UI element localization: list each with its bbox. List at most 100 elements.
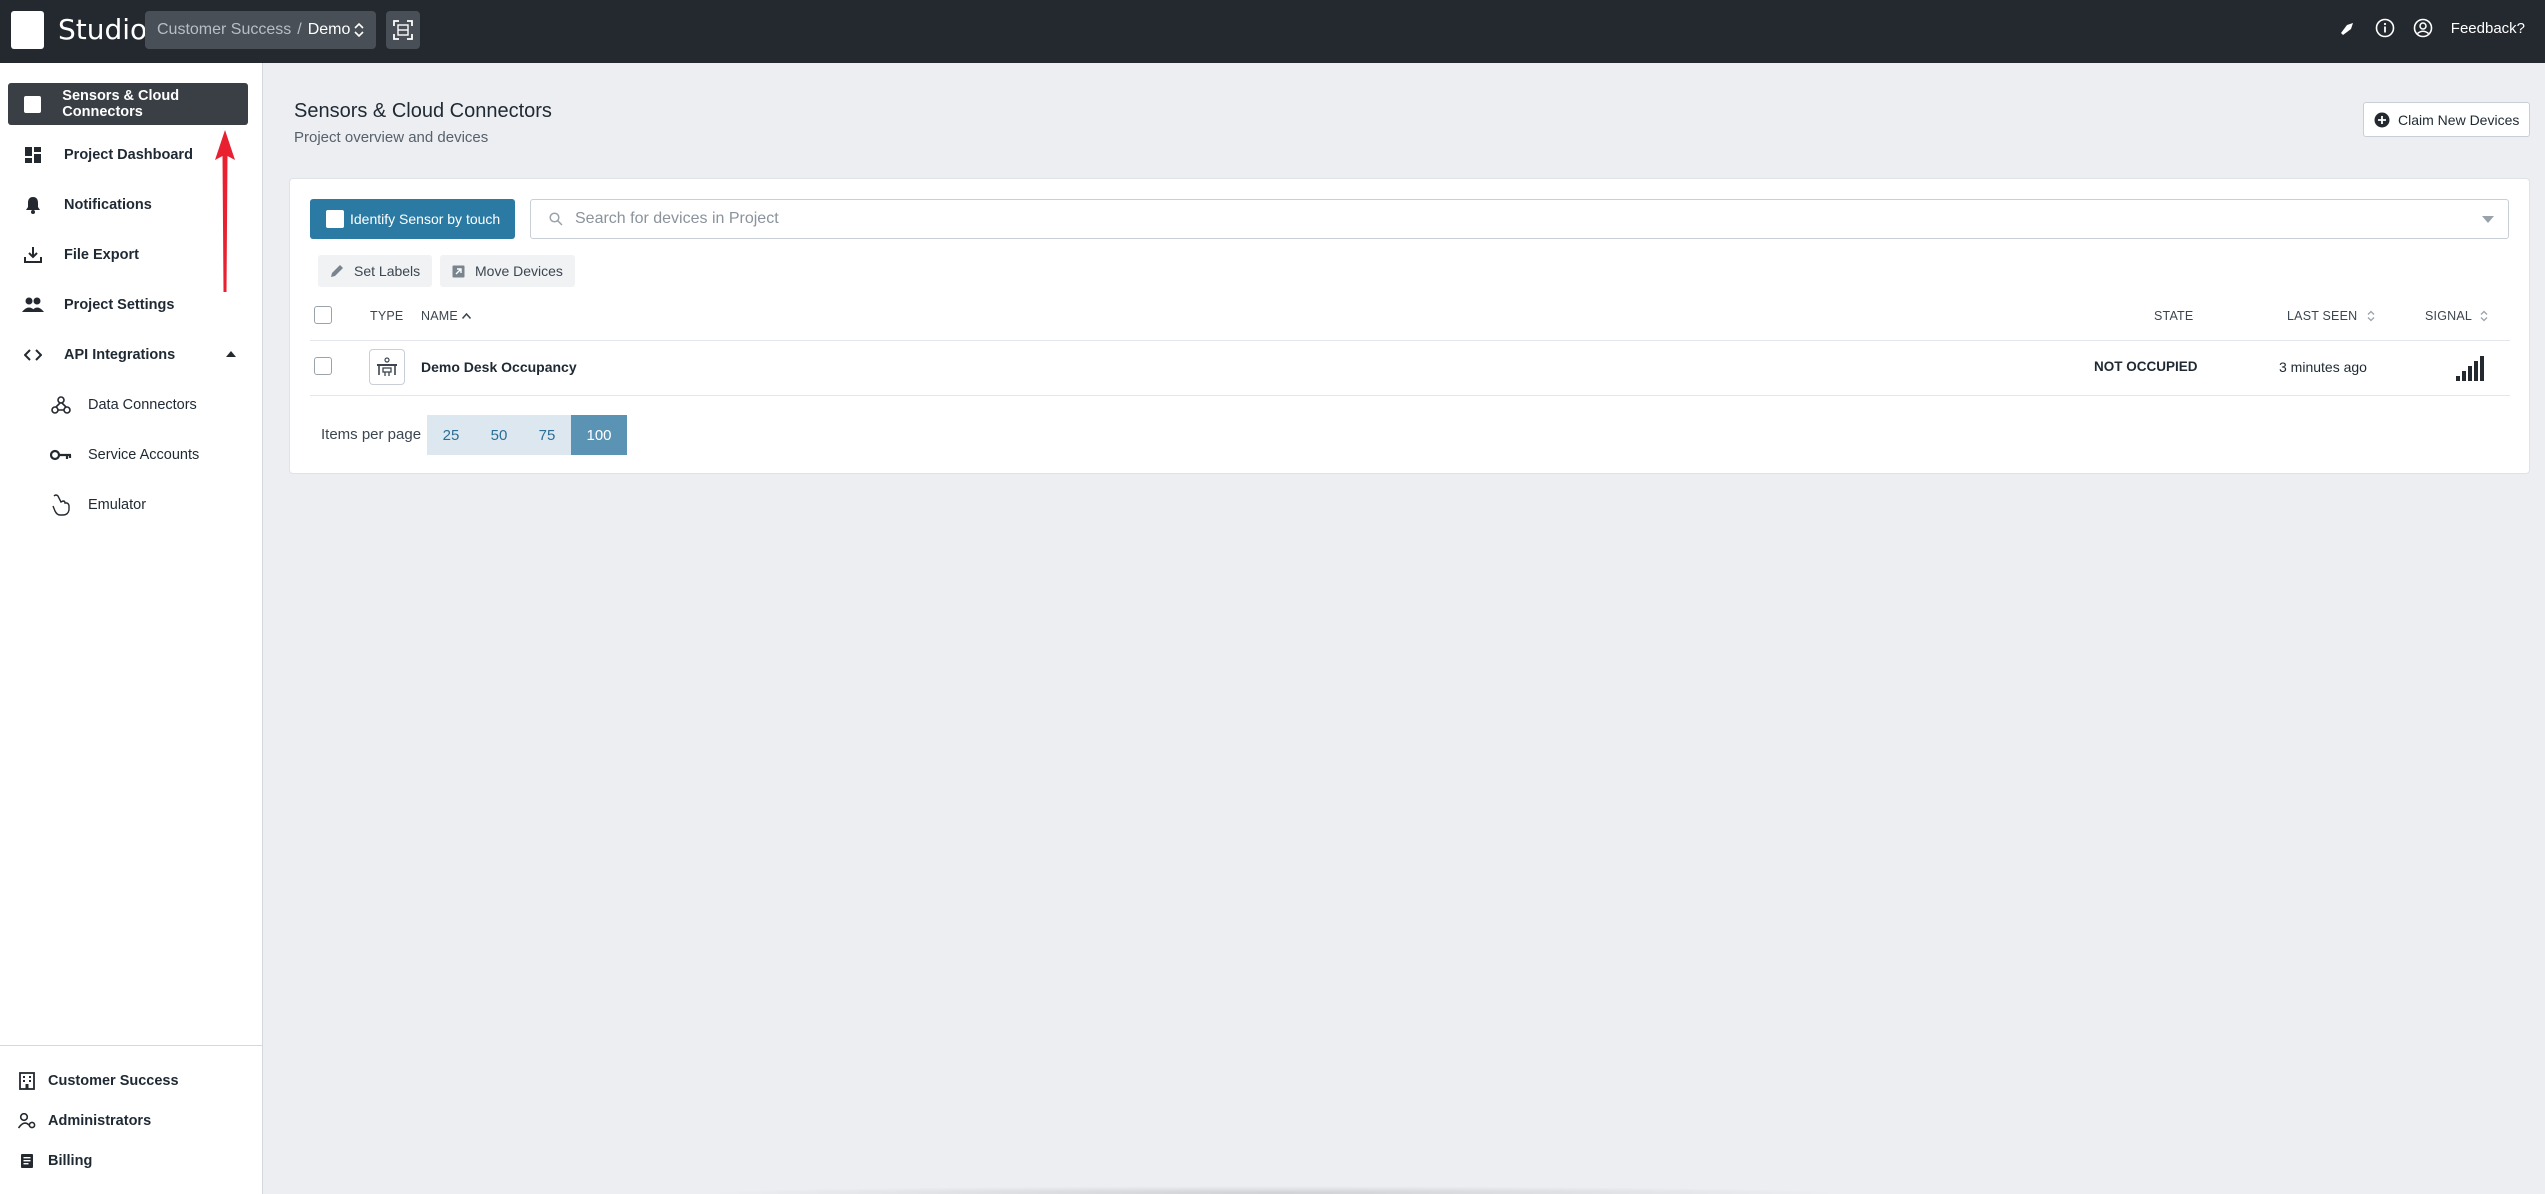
sidebar-item-data-connectors[interactable]: Data Connectors — [8, 384, 248, 426]
signal-strength-icon — [2456, 356, 2484, 381]
device-name[interactable]: Demo Desk Occupancy — [421, 359, 577, 375]
plus-circle-icon — [2374, 112, 2390, 127]
move-devices-label: Move Devices — [475, 263, 563, 279]
identify-button-label: Identify Sensor by touch — [350, 211, 501, 227]
sort-asc-icon — [461, 313, 471, 319]
sidebar-item-emulator[interactable]: Emulator — [8, 484, 248, 526]
desk-sensor-icon — [369, 349, 405, 385]
set-labels-button[interactable]: Set Labels — [318, 255, 433, 287]
page-title: Sensors & Cloud Connectors — [294, 100, 552, 122]
org-name: Customer Success — [157, 21, 292, 38]
column-header-signal[interactable]: SIGNAL — [2425, 309, 2488, 323]
footer-item-label: Administrators — [48, 1113, 152, 1129]
scan-button[interactable] — [386, 11, 420, 49]
signal-bar — [2480, 356, 2484, 381]
sidebar-item-file-export[interactable]: File Export — [8, 234, 248, 276]
annotation-arrow — [215, 130, 235, 292]
move-devices-button[interactable]: Move Devices — [440, 255, 575, 287]
project-switcher[interactable]: Customer Success / Demo — [145, 11, 376, 49]
people-icon — [22, 294, 44, 316]
select-all-checkbox[interactable] — [314, 306, 332, 324]
devices-card: Identify Sensor by touch Set Labels Move… — [289, 178, 2530, 474]
project-name: Demo — [307, 21, 351, 38]
device-last-seen: 3 minutes ago — [2279, 359, 2367, 375]
set-labels-label: Set Labels — [354, 263, 421, 279]
signal-bar — [2456, 376, 2460, 381]
column-header-state: STATE — [2154, 309, 2194, 323]
key-icon — [50, 444, 72, 466]
footer-item-administrators[interactable]: Administrators — [18, 1106, 151, 1136]
signal-bar — [2474, 361, 2478, 381]
page-size-100[interactable]: 100 — [571, 415, 627, 455]
sidebar-item-label: Project Settings — [64, 297, 175, 313]
sidebar-item-sensors[interactable]: Sensors & Cloud Connectors — [8, 83, 248, 125]
column-header-type: TYPE — [370, 309, 404, 323]
identify-sensor-button[interactable]: Identify Sensor by touch — [310, 199, 515, 239]
move-icon — [452, 265, 465, 278]
download-icon — [22, 244, 44, 266]
logo[interactable] — [11, 11, 44, 49]
webhook-icon — [50, 394, 72, 416]
sidebar-item-label: File Export — [64, 247, 139, 263]
sidebar-item-label: Project Dashboard — [64, 147, 193, 163]
sidebar-item-project-dashboard[interactable]: Project Dashboard — [8, 134, 248, 176]
page-size-50[interactable]: 50 — [475, 415, 523, 455]
sidebar-item-notifications[interactable]: Notifications — [8, 184, 248, 226]
footer-item-customer-success[interactable]: Customer Success — [18, 1066, 179, 1096]
bell-icon — [22, 194, 44, 216]
footer-item-label: Customer Success — [48, 1073, 179, 1089]
sidebar-item-project-settings[interactable]: Project Settings — [8, 284, 248, 326]
sidebar-item-label: Notifications — [64, 197, 152, 213]
bottom-shadow — [700, 1186, 1850, 1194]
app-title: Studio — [58, 13, 148, 46]
dropdown-caret-icon[interactable] — [2482, 216, 2494, 223]
square-icon — [22, 93, 42, 115]
sidebar-item-label: Emulator — [88, 497, 147, 513]
claim-new-devices-button[interactable]: Claim New Devices — [2363, 102, 2530, 137]
signal-bar — [2462, 371, 2466, 381]
sidebar-footer — [0, 1045, 262, 1046]
admin-icon — [18, 1112, 36, 1130]
row-divider — [310, 395, 2510, 396]
breadcrumb-separator: / — [297, 21, 302, 38]
sort-icon — [2367, 310, 2375, 322]
device-search[interactable] — [530, 199, 2509, 239]
page-subtitle: Project overview and devices — [294, 129, 489, 146]
sort-icon — [2480, 310, 2488, 322]
rocket-icon[interactable] — [2339, 19, 2357, 37]
device-state: NOT OCCUPIED — [2094, 359, 2198, 374]
page-size-25[interactable]: 25 — [427, 415, 475, 455]
building-icon — [18, 1072, 36, 1090]
sidebar-item-label: Service Accounts — [88, 447, 200, 463]
page-size-75[interactable]: 75 — [523, 415, 571, 455]
hand-pointer-icon — [50, 494, 72, 516]
header-divider — [310, 340, 2510, 341]
sidebar-item-label: API Integrations — [64, 347, 176, 363]
sidebar-item-api-integrations[interactable]: API Integrations — [8, 334, 248, 376]
scan-icon — [393, 20, 413, 40]
search-input[interactable] — [575, 210, 2375, 228]
sidebar-item-service-accounts[interactable]: Service Accounts — [8, 434, 248, 476]
sidebar-item-label: Sensors & Cloud Connectors — [62, 88, 180, 120]
feedback-link[interactable]: Feedback? — [2451, 20, 2525, 37]
column-header-name[interactable]: NAME — [421, 309, 471, 323]
items-per-page-label: Items per page — [321, 426, 422, 443]
top-bar: Studio Customer Success / Demo Feedback? — [0, 0, 2545, 63]
search-icon — [549, 212, 563, 226]
sidebar-item-label: Data Connectors — [88, 397, 197, 413]
signal-bar — [2468, 366, 2472, 381]
column-header-last-seen[interactable]: LAST SEEN — [2287, 309, 2375, 323]
code-icon — [22, 344, 44, 366]
claim-button-label: Claim New Devices — [2398, 111, 2520, 128]
dashboard-icon — [22, 144, 44, 166]
footer-item-billing[interactable]: Billing — [18, 1146, 92, 1176]
caret-up-icon[interactable] — [226, 351, 236, 357]
footer-item-label: Billing — [48, 1153, 93, 1169]
square-icon — [326, 210, 344, 228]
account-icon[interactable] — [2413, 18, 2433, 38]
info-icon[interactable] — [2375, 18, 2395, 38]
row-checkbox[interactable] — [314, 357, 332, 375]
receipt-icon — [18, 1152, 36, 1170]
chevron-up-down-icon — [354, 22, 364, 38]
pencil-icon — [330, 264, 344, 278]
